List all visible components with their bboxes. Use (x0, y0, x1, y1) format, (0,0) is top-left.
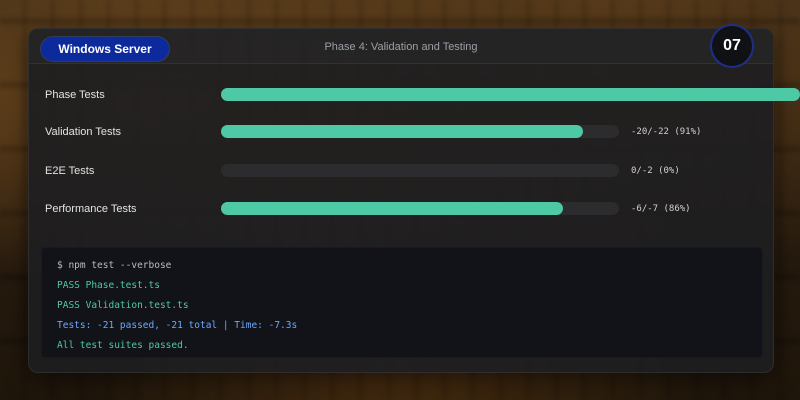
progress-track (221, 202, 619, 215)
test-value: -20/-22 (91%) (631, 127, 702, 137)
terminal-output: $ npm test --verbose PASS Phase.test.ts … (41, 247, 763, 358)
step-number-badge: 07 (710, 24, 754, 68)
test-label: E2E Tests (45, 165, 95, 177)
terminal-line: $ npm test --verbose (57, 260, 172, 271)
progress-fill (221, 88, 800, 101)
phase-title: Phase 4: Validation and Testing (324, 41, 478, 53)
test-value: 0/-2 (0%) (631, 166, 680, 176)
progress-fill (221, 125, 583, 138)
os-badge: Windows Server (41, 37, 169, 61)
test-results-panel: Windows Server Phase 4: Validation and T… (28, 24, 800, 373)
progress-fill (221, 202, 563, 215)
test-row-phase: Phase Tests (29, 85, 800, 105)
test-label: Performance Tests (45, 203, 137, 215)
progress-track (221, 88, 800, 101)
panel-header: Windows Server Phase 4: Validation and T… (29, 24, 773, 68)
test-label: Phase Tests (45, 89, 105, 101)
test-label: Validation Tests (45, 126, 122, 138)
test-row-e2e: E2E Tests 0/-2 (0%) (29, 161, 773, 181)
test-row-performance: Performance Tests -6/-7 (86%) (29, 199, 773, 219)
terminal-line: All test suites passed. (57, 340, 189, 351)
test-value: -6/-7 (86%) (631, 204, 691, 214)
terminal-line: PASS Phase.test.ts (57, 280, 160, 291)
progress-track (221, 164, 619, 177)
terminal-line: PASS Validation.test.ts (57, 300, 189, 311)
terminal-line: Tests: -21 passed, -21 total | Time: -7.… (57, 320, 298, 331)
test-row-validation: Validation Tests -20/-22 (91%) (29, 122, 773, 142)
progress-track (221, 125, 619, 138)
